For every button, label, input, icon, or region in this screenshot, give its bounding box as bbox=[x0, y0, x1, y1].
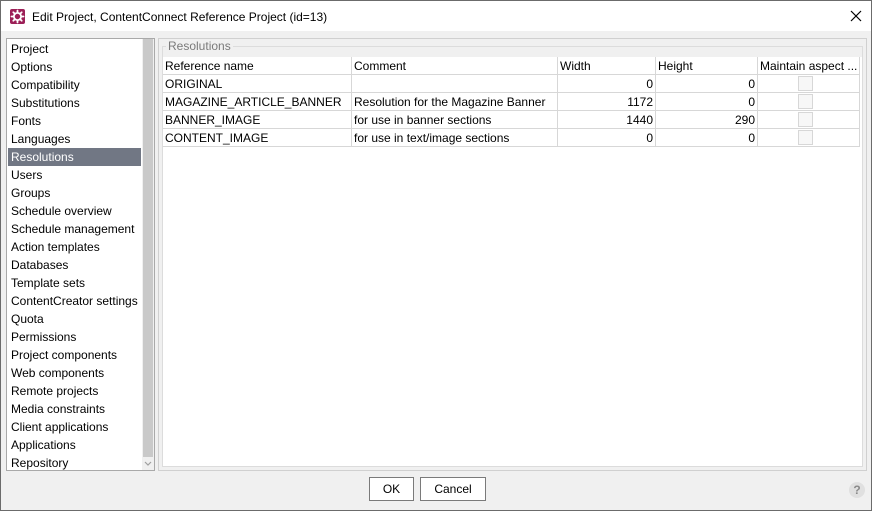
maintain-aspect-checkbox[interactable] bbox=[798, 130, 813, 145]
nav-item-substitutions[interactable]: Substitutions bbox=[8, 94, 141, 112]
maintain-aspect-checkbox[interactable] bbox=[798, 76, 813, 91]
table-cell-width[interactable]: 0 bbox=[558, 129, 656, 147]
help-icon[interactable]: ? bbox=[849, 482, 865, 498]
table-cell-comment[interactable] bbox=[352, 75, 558, 93]
nav-item-contentcreator-settings[interactable]: ContentCreator settings bbox=[8, 292, 141, 310]
nav-item-groups[interactable]: Groups bbox=[8, 184, 141, 202]
nav-scrollbar[interactable] bbox=[142, 39, 154, 470]
nav-item-quota[interactable]: Quota bbox=[8, 310, 141, 328]
nav-item-permissions[interactable]: Permissions bbox=[8, 328, 141, 346]
table-cell-reference-name[interactable]: ORIGINAL bbox=[163, 75, 352, 93]
scroll-down-arrow-icon[interactable] bbox=[143, 459, 153, 469]
table-cell-maintain-aspect bbox=[758, 75, 860, 93]
nav-item-repository[interactable]: Repository bbox=[8, 454, 141, 470]
table-cell-comment[interactable]: Resolution for the Magazine Banner bbox=[352, 93, 558, 111]
nav-item-applications[interactable]: Applications bbox=[8, 436, 141, 454]
window-title: Edit Project, ContentConnect Reference P… bbox=[32, 10, 328, 24]
nav-item-template-sets[interactable]: Template sets bbox=[8, 274, 141, 292]
nav-item-options[interactable]: Options bbox=[8, 58, 141, 76]
table-cell-height[interactable]: 290 bbox=[656, 111, 758, 129]
nav-item-action-templates[interactable]: Action templates bbox=[8, 238, 141, 256]
column-header-reference-name[interactable]: Reference name bbox=[163, 57, 352, 75]
table-cell-height[interactable]: 0 bbox=[656, 93, 758, 111]
nav-item-users[interactable]: Users bbox=[8, 166, 141, 184]
table-cell-reference-name[interactable]: CONTENT_IMAGE bbox=[163, 129, 352, 147]
column-header-height[interactable]: Height bbox=[656, 57, 758, 75]
maintain-aspect-checkbox[interactable] bbox=[798, 112, 813, 127]
title-bar: Edit Project, ContentConnect Reference P… bbox=[1, 1, 871, 31]
table-cell-height[interactable]: 0 bbox=[656, 75, 758, 93]
table-cell-width[interactable]: 1172 bbox=[558, 93, 656, 111]
resolutions-table[interactable]: Reference name Comment Width Height Main… bbox=[163, 57, 862, 466]
column-header-width[interactable]: Width bbox=[558, 57, 656, 75]
table-cell-maintain-aspect bbox=[758, 93, 860, 111]
table-cell-comment[interactable]: for use in banner sections bbox=[352, 111, 558, 129]
edit-project-dialog: Edit Project, ContentConnect Reference P… bbox=[0, 0, 872, 511]
nav-item-media-constraints[interactable]: Media constraints bbox=[8, 400, 141, 418]
nav-item-resolutions[interactable]: Resolutions bbox=[8, 148, 141, 166]
nav-item-schedule-management[interactable]: Schedule management bbox=[8, 220, 141, 238]
nav-item-project[interactable]: Project bbox=[8, 40, 141, 58]
settings-category-list[interactable]: Project Options Compatibility Substituti… bbox=[6, 38, 155, 471]
nav-item-remote-projects[interactable]: Remote projects bbox=[8, 382, 141, 400]
nav-item-languages[interactable]: Languages bbox=[8, 130, 141, 148]
nav-item-client-applications[interactable]: Client applications bbox=[8, 418, 141, 436]
nav-item-web-components[interactable]: Web components bbox=[8, 364, 141, 382]
table-cell-comment[interactable]: for use in text/image sections bbox=[352, 129, 558, 147]
nav-item-schedule-overview[interactable]: Schedule overview bbox=[8, 202, 141, 220]
nav-item-compatibility[interactable]: Compatibility bbox=[8, 76, 141, 94]
column-header-maintain-aspect[interactable]: Maintain aspect ... bbox=[758, 57, 860, 75]
nav-scrollbar-thumb[interactable] bbox=[143, 39, 153, 457]
table-cell-width[interactable]: 0 bbox=[558, 75, 656, 93]
nav-item-databases[interactable]: Databases bbox=[8, 256, 141, 274]
nav-item-fonts[interactable]: Fonts bbox=[8, 112, 141, 130]
cancel-button[interactable]: Cancel bbox=[420, 477, 486, 501]
column-header-comment[interactable]: Comment bbox=[352, 57, 558, 75]
resolutions-group-title: Resolutions bbox=[166, 39, 233, 53]
app-gear-icon bbox=[10, 9, 25, 24]
ok-button[interactable]: OK bbox=[369, 477, 414, 501]
table-cell-maintain-aspect bbox=[758, 129, 860, 147]
table-cell-maintain-aspect bbox=[758, 111, 860, 129]
close-button[interactable] bbox=[843, 5, 869, 27]
table-cell-reference-name[interactable]: BANNER_IMAGE bbox=[163, 111, 352, 129]
table-cell-height[interactable]: 0 bbox=[656, 129, 758, 147]
table-cell-width[interactable]: 1440 bbox=[558, 111, 656, 129]
maintain-aspect-checkbox[interactable] bbox=[798, 94, 813, 109]
nav-item-project-components[interactable]: Project components bbox=[8, 346, 141, 364]
table-cell-reference-name[interactable]: MAGAZINE_ARTICLE_BANNER bbox=[163, 93, 352, 111]
close-icon bbox=[850, 10, 862, 22]
